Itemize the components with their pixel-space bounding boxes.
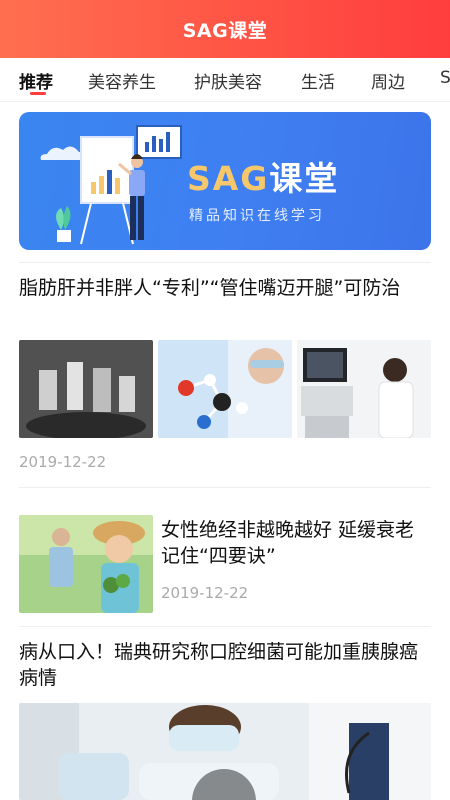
banner-subtitle: 精品知识在线学习 [189, 208, 325, 224]
tab-beauty-health[interactable]: 美容养生 [88, 68, 156, 93]
banner-title-class: 课堂 [269, 159, 340, 198]
article-1-photo-3[interactable] [297, 340, 431, 438]
page-title: SAG课堂 [182, 19, 268, 42]
woman-with-plant-photo [19, 515, 153, 613]
active-tab-indicator [30, 92, 46, 95]
ultrasound-photo [297, 340, 431, 438]
article-1-title[interactable]: 脂肪肝并非胖人“专利”“管住嘴迈开腿”可防治 [19, 275, 424, 301]
tab-recommend[interactable]: 推荐 [19, 68, 53, 93]
banner-title-sag: SAG [187, 159, 270, 198]
banner-title: SAG课堂 [187, 152, 339, 200]
article-2-date: 2019-12-22 [161, 584, 249, 602]
article-1-photo-2[interactable] [158, 340, 292, 438]
toast-photo [19, 340, 153, 438]
tab-more[interactable]: S [440, 68, 450, 88]
dentist-photo [19, 703, 431, 800]
article-2-title[interactable]: 女性绝经非越晚越好 延缓衰老记住“四要诀” [161, 517, 426, 569]
article-3-title[interactable]: 病从口入！瑞典研究称口腔细菌可能加重胰腺癌病情 [19, 639, 424, 691]
article-1-date: 2019-12-22 [19, 453, 107, 471]
divider [19, 262, 431, 263]
article-1-photo-1[interactable] [19, 340, 153, 438]
divider [19, 487, 431, 488]
promo-banner[interactable]: SAG课堂 精品知识在线学习 [19, 112, 431, 250]
tab-skincare[interactable]: 护肤美容 [194, 68, 262, 93]
article-3-video-thumbnail[interactable] [19, 703, 431, 800]
tab-life[interactable]: 生活 [301, 68, 335, 93]
molecule-photo [158, 340, 292, 438]
app-header: SAG课堂 [0, 0, 450, 58]
article-2-thumbnail[interactable] [19, 515, 153, 613]
tab-nearby[interactable]: 周边 [371, 68, 405, 93]
divider [19, 626, 431, 627]
category-tabs: 推荐 美容养生 护肤美容 生活 周边 S [0, 58, 450, 102]
